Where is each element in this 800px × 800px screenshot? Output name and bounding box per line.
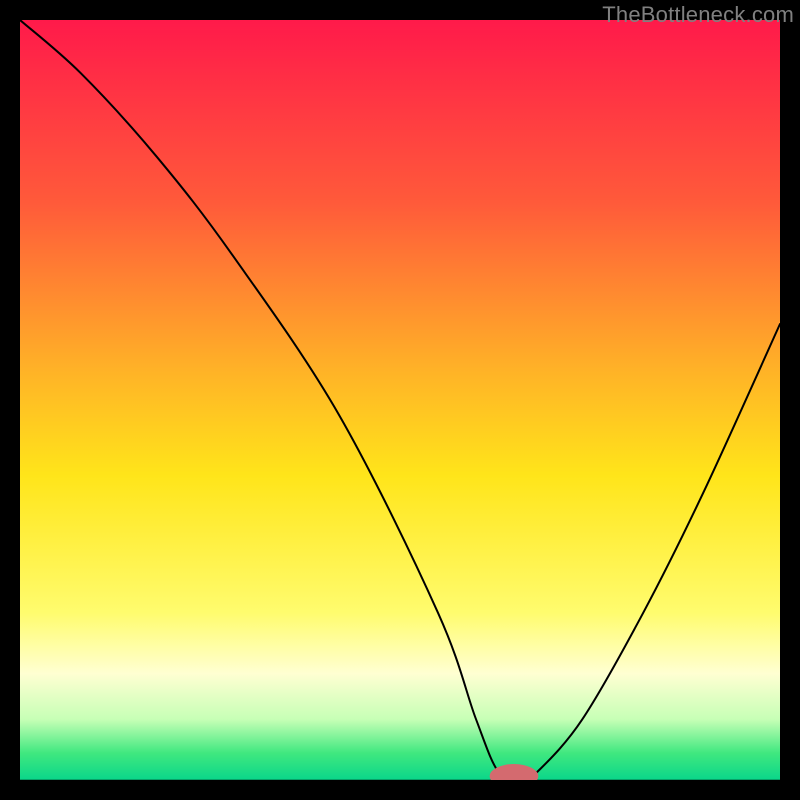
- bottleneck-chart: [20, 20, 780, 780]
- watermark-text: TheBottleneck.com: [602, 2, 794, 28]
- chart-background-gradient: [20, 20, 780, 780]
